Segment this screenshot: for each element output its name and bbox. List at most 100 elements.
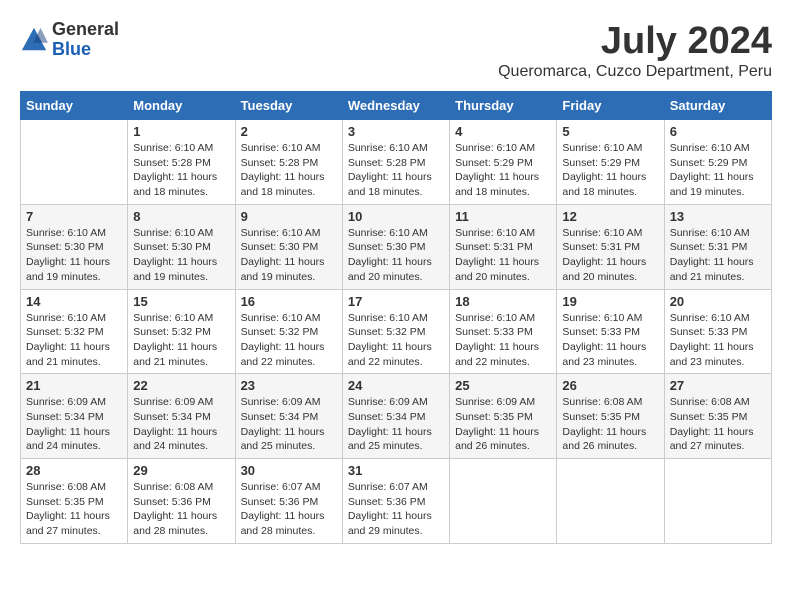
day-number: 12 (562, 209, 658, 224)
day-number: 10 (348, 209, 444, 224)
logo: General Blue (20, 20, 119, 60)
day-info: Sunrise: 6:10 AM Sunset: 5:32 PM Dayligh… (348, 311, 444, 370)
location-text: Queromarca, Cuzco Department, Peru (498, 63, 772, 81)
calendar-header: SundayMondayTuesdayWednesdayThursdayFrid… (21, 92, 772, 120)
week-row-2: 7 Sunrise: 6:10 AM Sunset: 5:30 PM Daylig… (21, 204, 772, 289)
day-number: 21 (26, 378, 122, 393)
calendar-cell: 5 Sunrise: 6:10 AM Sunset: 5:29 PM Daylig… (557, 120, 664, 205)
day-number: 8 (133, 209, 229, 224)
day-info: Sunrise: 6:10 AM Sunset: 5:30 PM Dayligh… (133, 226, 229, 285)
calendar-cell: 25Sunrise: 6:09 AM Sunset: 5:35 PM Dayli… (450, 374, 557, 459)
day-info: Sunrise: 6:10 AM Sunset: 5:29 PM Dayligh… (562, 141, 658, 200)
day-number: 4 (455, 124, 551, 139)
day-number: 15 (133, 294, 229, 309)
day-info: Sunrise: 6:09 AM Sunset: 5:34 PM Dayligh… (133, 395, 229, 454)
header-cell-wednesday: Wednesday (342, 92, 449, 120)
calendar-cell (450, 459, 557, 544)
logo-text: General Blue (52, 20, 119, 60)
day-number: 5 (562, 124, 658, 139)
header-cell-saturday: Saturday (664, 92, 771, 120)
logo-icon (20, 26, 48, 54)
day-number: 16 (241, 294, 337, 309)
day-number: 30 (241, 463, 337, 478)
calendar-cell: 17 Sunrise: 6:10 AM Sunset: 5:32 PM Dayli… (342, 289, 449, 374)
calendar-cell (21, 120, 128, 205)
day-number: 27 (670, 378, 766, 393)
day-info: Sunrise: 6:10 AM Sunset: 5:28 PM Dayligh… (241, 141, 337, 200)
day-info: Sunrise: 6:10 AM Sunset: 5:31 PM Dayligh… (455, 226, 551, 285)
calendar-cell (664, 459, 771, 544)
day-info: Sunrise: 6:10 AM Sunset: 5:29 PM Dayligh… (455, 141, 551, 200)
day-info: Sunrise: 6:09 AM Sunset: 5:34 PM Dayligh… (348, 395, 444, 454)
calendar-cell: 21Sunrise: 6:09 AM Sunset: 5:34 PM Dayli… (21, 374, 128, 459)
day-info: Sunrise: 6:10 AM Sunset: 5:28 PM Dayligh… (348, 141, 444, 200)
calendar-cell: 19 Sunrise: 6:10 AM Sunset: 5:33 PM Dayli… (557, 289, 664, 374)
day-number: 3 (348, 124, 444, 139)
calendar-cell: 12Sunrise: 6:10 AM Sunset: 5:31 PM Dayli… (557, 204, 664, 289)
calendar-cell: 1Sunrise: 6:10 AM Sunset: 5:28 PM Daylig… (128, 120, 235, 205)
header-cell-friday: Friday (557, 92, 664, 120)
day-info: Sunrise: 6:10 AM Sunset: 5:31 PM Dayligh… (670, 226, 766, 285)
day-number: 29 (133, 463, 229, 478)
day-number: 22 (133, 378, 229, 393)
calendar-cell: 15 Sunrise: 6:10 AM Sunset: 5:32 PM Dayli… (128, 289, 235, 374)
day-info: Sunrise: 6:07 AM Sunset: 5:36 PM Dayligh… (348, 480, 444, 539)
day-number: 7 (26, 209, 122, 224)
day-info: Sunrise: 6:08 AM Sunset: 5:36 PM Dayligh… (133, 480, 229, 539)
calendar-cell: 7Sunrise: 6:10 AM Sunset: 5:30 PM Daylig… (21, 204, 128, 289)
calendar-cell: 16 Sunrise: 6:10 AM Sunset: 5:32 PM Dayli… (235, 289, 342, 374)
calendar-cell: 20 Sunrise: 6:10 AM Sunset: 5:33 PM Dayli… (664, 289, 771, 374)
day-info: Sunrise: 6:08 AM Sunset: 5:35 PM Dayligh… (670, 395, 766, 454)
day-info: Sunrise: 6:10 AM Sunset: 5:30 PM Dayligh… (241, 226, 337, 285)
calendar-cell: 13 Sunrise: 6:10 AM Sunset: 5:31 PM Dayli… (664, 204, 771, 289)
day-number: 25 (455, 378, 551, 393)
day-info: Sunrise: 6:10 AM Sunset: 5:33 PM Dayligh… (670, 311, 766, 370)
day-info: Sunrise: 6:10 AM Sunset: 5:30 PM Dayligh… (348, 226, 444, 285)
day-info: Sunrise: 6:07 AM Sunset: 5:36 PM Dayligh… (241, 480, 337, 539)
header-cell-thursday: Thursday (450, 92, 557, 120)
day-number: 26 (562, 378, 658, 393)
day-number: 20 (670, 294, 766, 309)
day-number: 13 (670, 209, 766, 224)
calendar-cell: 24 Sunrise: 6:09 AM Sunset: 5:34 PM Dayli… (342, 374, 449, 459)
day-info: Sunrise: 6:09 AM Sunset: 5:34 PM Dayligh… (241, 395, 337, 454)
day-info: Sunrise: 6:10 AM Sunset: 5:33 PM Dayligh… (562, 311, 658, 370)
calendar-cell: 30 Sunrise: 6:07 AM Sunset: 5:36 PM Dayli… (235, 459, 342, 544)
day-number: 14 (26, 294, 122, 309)
day-number: 17 (348, 294, 444, 309)
day-info: Sunrise: 6:10 AM Sunset: 5:28 PM Dayligh… (133, 141, 229, 200)
calendar-cell: 22 Sunrise: 6:09 AM Sunset: 5:34 PM Dayli… (128, 374, 235, 459)
calendar-table: SundayMondayTuesdayWednesdayThursdayFrid… (20, 91, 772, 544)
day-number: 19 (562, 294, 658, 309)
calendar-cell: 9 Sunrise: 6:10 AM Sunset: 5:30 PM Daylig… (235, 204, 342, 289)
calendar-cell: 11 Sunrise: 6:10 AM Sunset: 5:31 PM Dayli… (450, 204, 557, 289)
calendar-cell: 29 Sunrise: 6:08 AM Sunset: 5:36 PM Dayli… (128, 459, 235, 544)
header-cell-tuesday: Tuesday (235, 92, 342, 120)
day-number: 23 (241, 378, 337, 393)
day-number: 9 (241, 209, 337, 224)
header-cell-monday: Monday (128, 92, 235, 120)
day-number: 11 (455, 209, 551, 224)
calendar-cell: 2Sunrise: 6:10 AM Sunset: 5:28 PM Daylig… (235, 120, 342, 205)
header-row: SundayMondayTuesdayWednesdayThursdayFrid… (21, 92, 772, 120)
day-info: Sunrise: 6:08 AM Sunset: 5:35 PM Dayligh… (562, 395, 658, 454)
day-number: 31 (348, 463, 444, 478)
calendar-body: 1Sunrise: 6:10 AM Sunset: 5:28 PM Daylig… (21, 120, 772, 544)
calendar-cell: 28 Sunrise: 6:08 AM Sunset: 5:35 PM Dayli… (21, 459, 128, 544)
day-info: Sunrise: 6:10 AM Sunset: 5:32 PM Dayligh… (133, 311, 229, 370)
calendar-cell: 31 Sunrise: 6:07 AM Sunset: 5:36 PM Dayli… (342, 459, 449, 544)
day-info: Sunrise: 6:10 AM Sunset: 5:32 PM Dayligh… (241, 311, 337, 370)
week-row-4: 21 Sunrise: 6:09 AM Sunset: 5:34 PM Dayli… (21, 374, 772, 459)
day-info: Sunrise: 6:08 AM Sunset: 5:35 PM Dayligh… (26, 480, 122, 539)
calendar-cell: 26 Sunrise: 6:08 AM Sunset: 5:35 PM Dayli… (557, 374, 664, 459)
calendar-cell: 10 Sunrise: 6:10 AM Sunset: 5:30 PM Dayli… (342, 204, 449, 289)
day-info: Sunrise: 6:10 AM Sunset: 5:33 PM Dayligh… (455, 311, 551, 370)
logo-blue-text: Blue (52, 40, 119, 60)
day-number: 24 (348, 378, 444, 393)
title-area: July 2024 Queromarca, Cuzco Department, … (498, 20, 772, 81)
day-number: 28 (26, 463, 122, 478)
header: General Blue July 2024 Queromarca, Cuzco… (20, 20, 772, 81)
calendar-cell: 6Sunrise: 6:10 AM Sunset: 5:29 PM Daylig… (664, 120, 771, 205)
calendar-cell (557, 459, 664, 544)
calendar-cell: 14Sunrise: 6:10 AM Sunset: 5:32 PM Dayli… (21, 289, 128, 374)
